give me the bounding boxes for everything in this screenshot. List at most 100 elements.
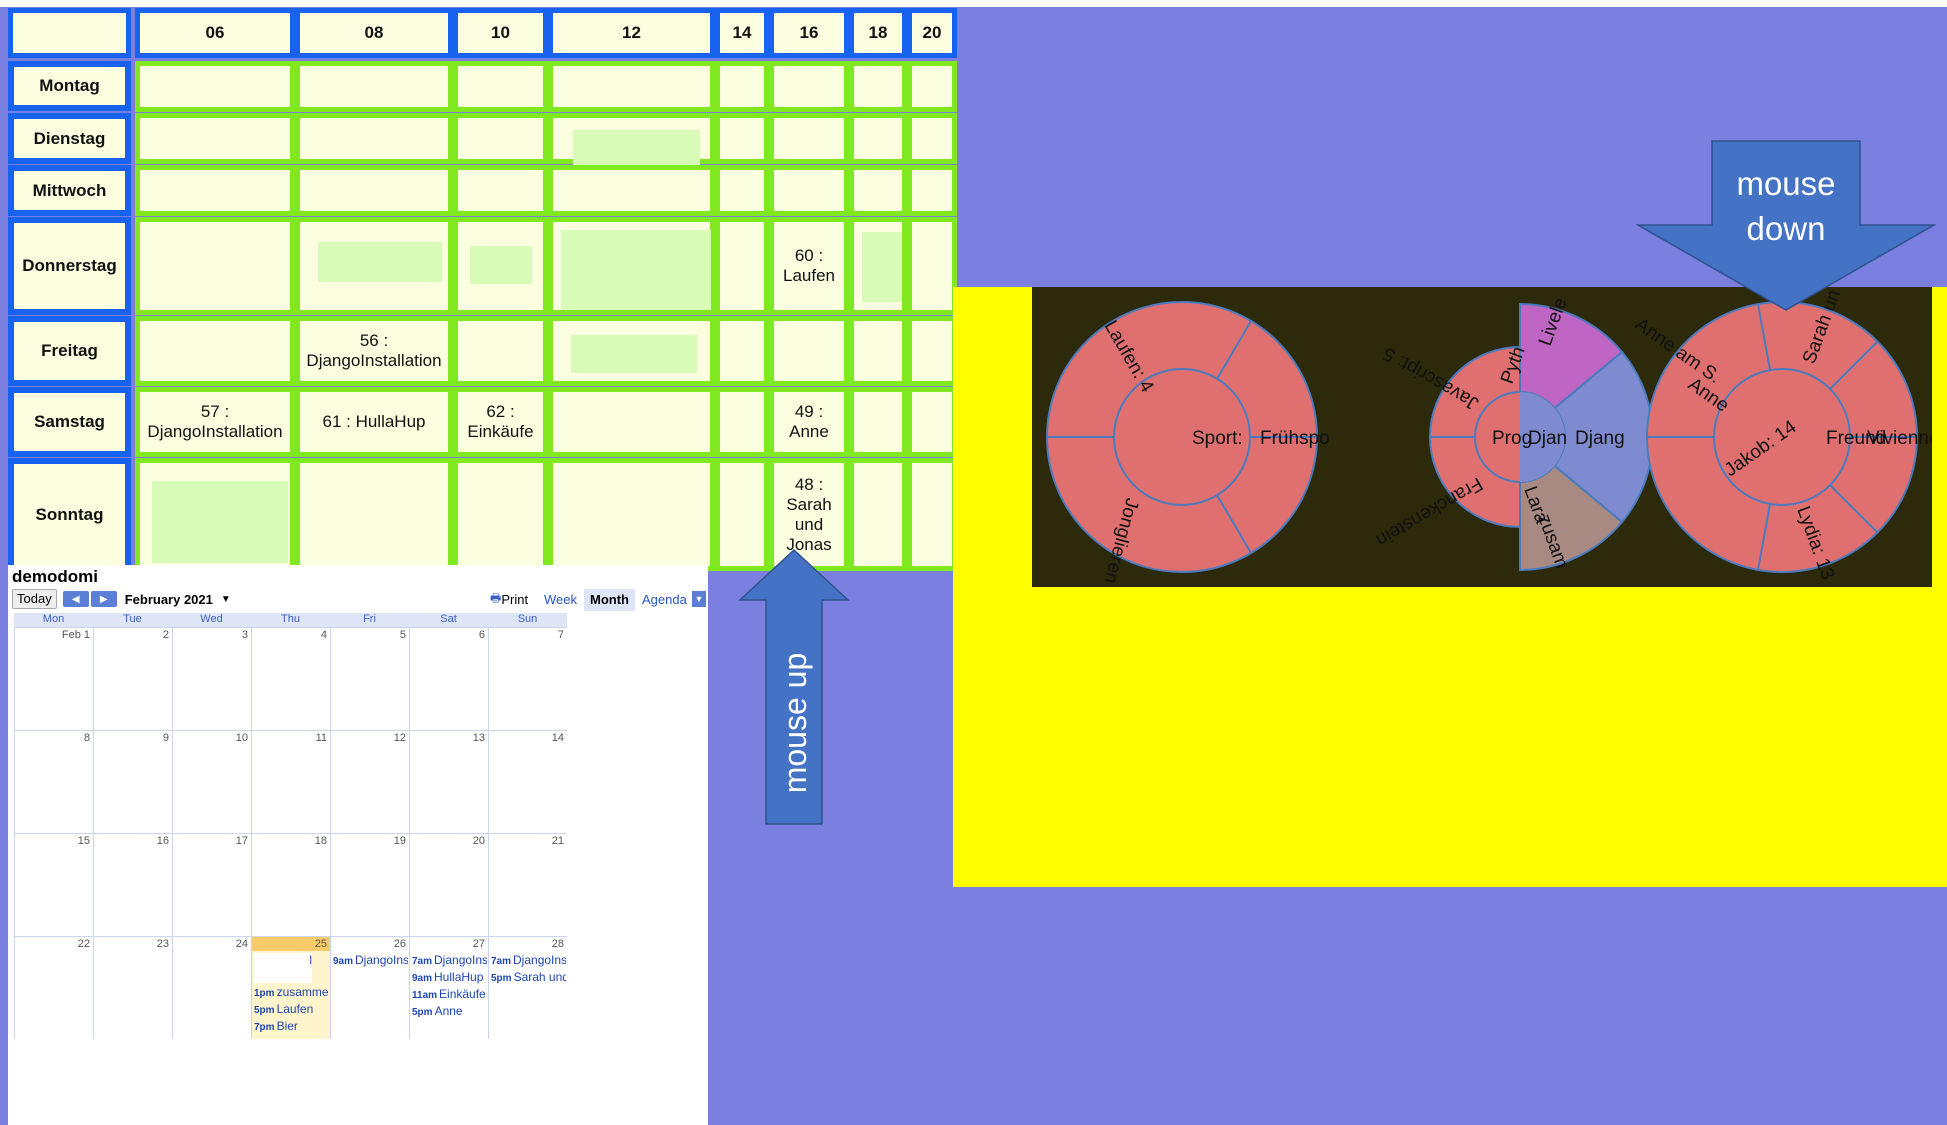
sunburst-middle[interactable]: Prog Djan Djang Pyth Livele Javascript: …: [1372, 295, 1654, 571]
schedule-slot-mit_18[interactable]: [849, 165, 907, 216]
schedule-slot-fre_06[interactable]: [135, 316, 295, 386]
sunburst-left[interactable]: Sport: Frühspo Laufen: 4 Jonglieren: [1046, 301, 1330, 586]
schedule-slot-die_20[interactable]: [907, 113, 957, 164]
calendar-day-cell[interactable]: 15: [14, 833, 93, 936]
schedule-slot-mon_20[interactable]: [907, 61, 957, 112]
schedule-slot-sam_16[interactable]: 49 : Anne: [769, 387, 849, 457]
calendar-day-cell[interactable]: 21: [488, 833, 567, 936]
month-label[interactable]: February 2021: [125, 592, 213, 607]
calendar-event[interactable]: 7amDjangoInsta: [491, 953, 566, 967]
schedule-slot-sam_14[interactable]: [715, 387, 769, 457]
schedule-slot-mit_06[interactable]: [135, 165, 295, 216]
schedule-slot-don_12[interactable]: [548, 217, 715, 315]
tab-week[interactable]: Week: [538, 589, 583, 611]
chevron-down-icon[interactable]: ▼: [221, 594, 231, 605]
sunburst-right[interactable]: Freund Vivienne Sarah un Anne Anne am S.…: [1631, 287, 1932, 582]
print-button[interactable]: 🖶 Print: [490, 589, 528, 609]
calendar-day-cell[interactable]: 23: [93, 936, 172, 1039]
schedule-slot-sam_06[interactable]: 57 : DjangoInstallation: [135, 387, 295, 457]
schedule-slot-mon_10[interactable]: [453, 61, 548, 112]
schedule-slot-mon_16[interactable]: [769, 61, 849, 112]
calendar-day-cell[interactable]: 17: [172, 833, 251, 936]
agenda-dropdown-icon[interactable]: ▼: [692, 591, 706, 607]
calendar-day-cell[interactable]: 24: [172, 936, 251, 1039]
schedule-slot-don_18[interactable]: [849, 217, 907, 315]
calendar-day-cell[interactable]: 11: [251, 730, 330, 833]
calendar-day-cell[interactable]: 3: [172, 627, 251, 730]
calendar-day-cell[interactable]: 13: [409, 730, 488, 833]
calendar-day-cell[interactable]: 22: [14, 936, 93, 1039]
schedule-slot-mon_12[interactable]: [548, 61, 715, 112]
today-button[interactable]: Today: [12, 589, 57, 609]
schedule-slot-sam_18[interactable]: [849, 387, 907, 457]
schedule-slot-mit_12[interactable]: [548, 165, 715, 216]
calendar-event[interactable]: 7pm Bier: [254, 1019, 329, 1033]
schedule-slot-son_08[interactable]: [295, 458, 453, 571]
schedule-slot-mit_14[interactable]: [715, 165, 769, 216]
schedule-slot-don_20[interactable]: [907, 217, 957, 315]
schedule-slot-fre_12[interactable]: [548, 316, 715, 386]
schedule-slot-son_18[interactable]: [849, 458, 907, 571]
schedule-slot-die_16[interactable]: [769, 113, 849, 164]
schedule-slot-fre_10[interactable]: [453, 316, 548, 386]
calendar-event[interactable]: 5pm Anne: [412, 1004, 487, 1018]
calendar-event[interactable]: 1pmzusammenf: [254, 985, 329, 999]
calendar-day-cell[interactable]: 25l1pmzusammenf5pmLaufen7pmBier: [251, 936, 330, 1039]
schedule-slot-die_06[interactable]: [135, 113, 295, 164]
calendar-day-cell[interactable]: 19: [330, 833, 409, 936]
next-month-button[interactable]: ▶: [90, 591, 117, 607]
calendar-event[interactable]: 9amDjangoInsta: [333, 953, 408, 967]
schedule-slot-mit_08[interactable]: [295, 165, 453, 216]
calendar-day-cell[interactable]: 18: [251, 833, 330, 936]
calendar-day-cell[interactable]: 9: [93, 730, 172, 833]
prev-month-button[interactable]: ◀: [62, 591, 89, 607]
calendar-event[interactable]: 5pm Laufen: [254, 1002, 329, 1016]
calendar-event[interactable]: 5pmSarah und J: [491, 970, 566, 984]
calendar-event[interactable]: 7amDjangoInsta: [412, 953, 487, 967]
calendar-day-cell[interactable]: 6: [409, 627, 488, 730]
schedule-slot-don_14[interactable]: [715, 217, 769, 315]
calendar-day-cell[interactable]: 10: [172, 730, 251, 833]
tab-month[interactable]: Month: [584, 589, 635, 611]
schedule-slot-mit_20[interactable]: [907, 165, 957, 216]
schedule-slot-fre_14[interactable]: [715, 316, 769, 386]
calendar-event[interactable]: 11am Einkäufe: [412, 987, 487, 1001]
schedule-slot-fre_16[interactable]: [769, 316, 849, 386]
schedule-slot-don_10[interactable]: [453, 217, 548, 315]
schedule-slot-mon_06[interactable]: [135, 61, 295, 112]
calendar-day-cell[interactable]: 277amDjangoInsta9amHullaHup11amEinkäufe5…: [409, 936, 488, 1039]
calendar-day-cell[interactable]: 20: [409, 833, 488, 936]
schedule-slot-mon_08[interactable]: [295, 61, 453, 112]
calendar-day-cell[interactable]: 4: [251, 627, 330, 730]
calendar-day-cell[interactable]: 2: [93, 627, 172, 730]
calendar-day-cell[interactable]: 26 9amDjangoInsta: [330, 936, 409, 1039]
schedule-slot-son_20[interactable]: [907, 458, 957, 571]
calendar-day-cell[interactable]: 7: [488, 627, 567, 730]
calendar-day-cell[interactable]: 8: [14, 730, 93, 833]
calendar-day-cell[interactable]: 12: [330, 730, 409, 833]
schedule-slot-don_16[interactable]: 60 : Laufen: [769, 217, 849, 315]
schedule-slot-sam_20[interactable]: [907, 387, 957, 457]
calendar-day-cell[interactable]: 5: [330, 627, 409, 730]
schedule-slot-mit_10[interactable]: [453, 165, 548, 216]
schedule-slot-die_08[interactable]: [295, 113, 453, 164]
schedule-slot-sam_08[interactable]: 61 : HullaHup: [295, 387, 453, 457]
calendar-day-cell[interactable]: 14: [488, 730, 567, 833]
schedule-slot-die_10[interactable]: [453, 113, 548, 164]
schedule-slot-mon_18[interactable]: [849, 61, 907, 112]
schedule-slot-son_10[interactable]: [453, 458, 548, 571]
calendar-day-cell[interactable]: 287amDjangoInsta5pmSarah und J: [488, 936, 567, 1039]
schedule-slot-fre_20[interactable]: [907, 316, 957, 386]
schedule-slot-fre_08[interactable]: 56 : DjangoInstallation: [295, 316, 453, 386]
calendar-event[interactable]: l: [254, 953, 312, 983]
schedule-slot-die_12[interactable]: [548, 113, 715, 168]
schedule-slot-die_18[interactable]: [849, 113, 907, 164]
schedule-slot-fre_18[interactable]: [849, 316, 907, 386]
tab-agenda[interactable]: Agenda: [636, 589, 693, 611]
schedule-slot-son_12[interactable]: [548, 458, 715, 571]
schedule-slot-sam_10[interactable]: 62 : Einkäufe: [453, 387, 548, 457]
schedule-slot-son_06[interactable]: [135, 458, 295, 571]
schedule-slot-don_06[interactable]: [135, 217, 295, 315]
calendar-day-cell[interactable]: Feb 1: [14, 627, 93, 730]
schedule-slot-mit_16[interactable]: [769, 165, 849, 216]
